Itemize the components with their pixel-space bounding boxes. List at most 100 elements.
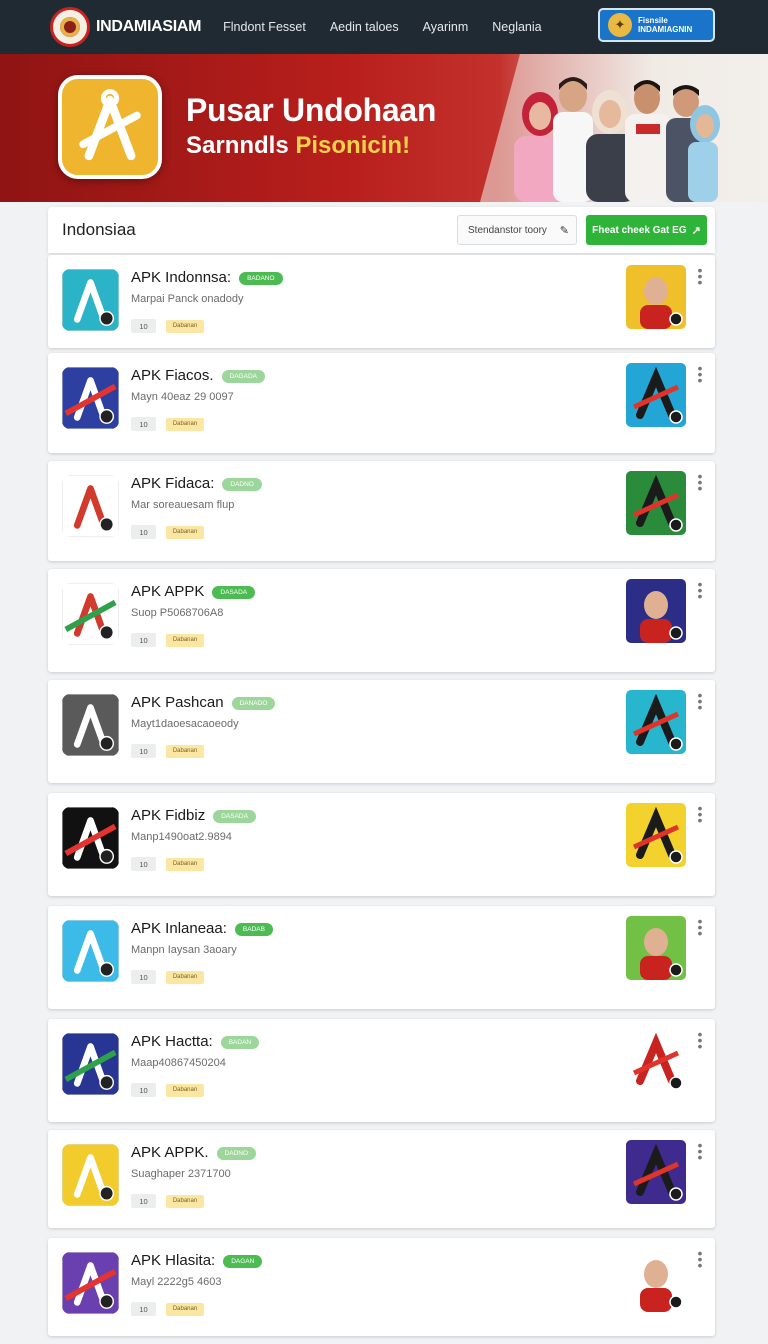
app-thumbnail[interactable] [626, 471, 686, 535]
app-status-badge: DANADO [231, 697, 276, 710]
app-card[interactable]: APK Indonnsa: BADANO Marpai Panck onadody 1… [48, 255, 715, 348]
app-name-text: APK Indonnsa: [131, 269, 232, 286]
nav-links: Flndont Fesset Aedin taloes Ayarinm Negl… [223, 20, 565, 34]
more-options-icon[interactable]: • • • [693, 1027, 707, 1053]
app-name-text: APK Fidbiz [131, 807, 206, 824]
app-thumbnail[interactable] [626, 1029, 686, 1093]
more-options-icon[interactable]: • • • [693, 914, 707, 940]
app-card[interactable]: APK APPK. DADNO Suaghaper 2371700 10 Dabanan… [48, 1130, 715, 1228]
app-rating: 10 [131, 633, 156, 647]
app-icon[interactable] [62, 367, 119, 429]
app-card[interactable]: APK Fiacos. DAGADA Mayn 40eaz 29 0097 10 Dab… [48, 353, 715, 453]
app-thumbnail[interactable] [626, 1248, 686, 1312]
app-category-tag: Dabanan [166, 319, 204, 333]
app-icon[interactable] [62, 269, 119, 331]
app-card[interactable]: APK Fidbiz DASADA Manp1490oat2.9894 10 Daban… [48, 793, 715, 896]
hero-app-icon [58, 75, 162, 179]
app-category-tag: Dabanan [166, 1302, 204, 1316]
app-thumbnail[interactable] [626, 690, 686, 754]
app-name[interactable]: APK Fiacos. DAGADA [131, 367, 265, 384]
app-name[interactable]: APK Pashcan DANADO [131, 694, 276, 711]
app-icon[interactable] [62, 807, 119, 869]
app-thumbnail[interactable] [626, 579, 686, 643]
more-options-icon[interactable]: • • • [693, 361, 707, 387]
app-icon[interactable] [62, 583, 119, 645]
app-name-text: APK Hactta: [131, 1033, 213, 1050]
app-category-tag: Dabanan [166, 1083, 204, 1097]
hero-banner: Pusar Undohaan Sarnndls Pisonicin! [0, 54, 768, 202]
top-navigation: INDAMIASIAM Flndont Fesset Aedin taloes … [0, 0, 768, 54]
app-thumbnail[interactable] [626, 1140, 686, 1204]
app-icon[interactable] [62, 920, 119, 982]
hero-title: Pusar Undohaan [186, 92, 437, 128]
nav-link-1[interactable]: Flndont Fesset [223, 20, 306, 34]
brand-name[interactable]: INDAMIASIAM [96, 18, 201, 36]
app-card[interactable]: APK APPK DASADA Suop P5068706A8 10 Dabanan • •… [48, 569, 715, 672]
more-options-icon[interactable]: • • • [693, 688, 707, 714]
app-name-text: APK Fidaca: [131, 475, 215, 492]
app-card[interactable]: APK Hactta: BADAN Maap40867450204 10 Dabanan… [48, 1019, 715, 1122]
app-description: Manp1490oat2.9894 [131, 831, 232, 843]
app-description: Suop P5068706A8 [131, 607, 224, 619]
more-options-icon[interactable]: • • • [693, 1246, 707, 1272]
app-rating: 10 [131, 417, 156, 431]
app-card[interactable]: APK Hlasita: DAGAN Mayl 2222g5 4603 10 Daban… [48, 1238, 715, 1336]
app-name-text: APK APPK. [131, 1144, 209, 1161]
app-name-text: APK APPK [131, 583, 205, 600]
app-category-tag: Dabanan [166, 857, 204, 871]
site-logo[interactable] [50, 7, 90, 47]
app-meta: 10 Dabanan [131, 633, 204, 647]
app-thumbnail[interactable] [626, 265, 686, 329]
more-options-icon[interactable]: • • • [693, 263, 707, 289]
more-options-icon[interactable]: • • • [693, 801, 707, 827]
app-rating: 10 [131, 1194, 156, 1208]
app-name[interactable]: APK APPK DASADA [131, 583, 256, 600]
app-rating: 10 [131, 1302, 156, 1316]
app-category-tag: Dabanan [166, 744, 204, 758]
nav-link-4[interactable]: Neglania [492, 20, 541, 34]
app-name-text: APK Pashcan [131, 694, 224, 711]
more-options-icon[interactable]: • • • [693, 1138, 707, 1164]
app-description: Marpai Panck onadody [131, 293, 244, 305]
app-meta: 10 Dabanan [131, 1194, 204, 1208]
more-options-icon[interactable]: • • • [693, 469, 707, 495]
app-description: Manpn Iaysan 3aoary [131, 944, 237, 956]
app-name[interactable]: APK Fidbiz DASADA [131, 807, 256, 824]
app-status-badge: BADAN [220, 1036, 260, 1049]
app-description: Mayl 2222g5 4603 [131, 1276, 222, 1288]
nav-link-3[interactable]: Ayarinm [423, 20, 469, 34]
app-card[interactable]: APK Inlaneaa: BADAB Manpn Iaysan 3aoary 10 D… [48, 906, 715, 1009]
app-description: Maap40867450204 [131, 1057, 226, 1069]
app-card[interactable]: APK Fidaca: DADNO Mar soreauesam flup 10 Dab… [48, 461, 715, 561]
app-name[interactable]: APK Inlaneaa: BADAB [131, 920, 273, 937]
app-status-badge: DAGAN [223, 1255, 263, 1268]
app-name[interactable]: APK APPK. DADNO [131, 1144, 257, 1161]
nav-cta-button[interactable]: ✦ Fisnsile INDAMIAGNIN [598, 8, 715, 42]
nav-link-2[interactable]: Aedin taloes [330, 20, 399, 34]
app-name-text: APK Fiacos. [131, 367, 214, 384]
app-category-tag: Dabanan [166, 1194, 204, 1208]
app-name[interactable]: APK Hlasita: DAGAN [131, 1252, 263, 1269]
app-icon[interactable] [62, 1144, 119, 1206]
app-meta: 10 Dabanan [131, 857, 204, 871]
app-icon[interactable] [62, 694, 119, 756]
emblem-icon [60, 17, 80, 37]
app-icon[interactable] [62, 1252, 119, 1314]
app-rating: 10 [131, 970, 156, 984]
nav-cta-line-1: Fisnsile [638, 16, 668, 25]
app-card[interactable]: APK Pashcan DANADO Mayt1daoesacaoeody 10 Dab… [48, 680, 715, 783]
app-icon[interactable] [62, 1033, 119, 1095]
app-name[interactable]: APK Fidaca: DADNO [131, 475, 262, 492]
pen-icon: ✎ [559, 224, 569, 237]
search-button[interactable]: Fheat cheek Gat EG ↗ [586, 215, 707, 245]
app-status-badge: BADANO [239, 272, 283, 285]
app-description: Mayt1daoesacaoeody [131, 718, 239, 730]
app-name[interactable]: APK Indonnsa: BADANO [131, 269, 283, 286]
app-thumbnail[interactable] [626, 363, 686, 427]
app-name[interactable]: APK Hactta: BADAN [131, 1033, 260, 1050]
app-icon[interactable] [62, 475, 119, 537]
search-input[interactable]: Stendanstor toory ✎ [457, 215, 577, 245]
app-thumbnail[interactable] [626, 803, 686, 867]
app-thumbnail[interactable] [626, 916, 686, 980]
more-options-icon[interactable]: • • • [693, 577, 707, 603]
